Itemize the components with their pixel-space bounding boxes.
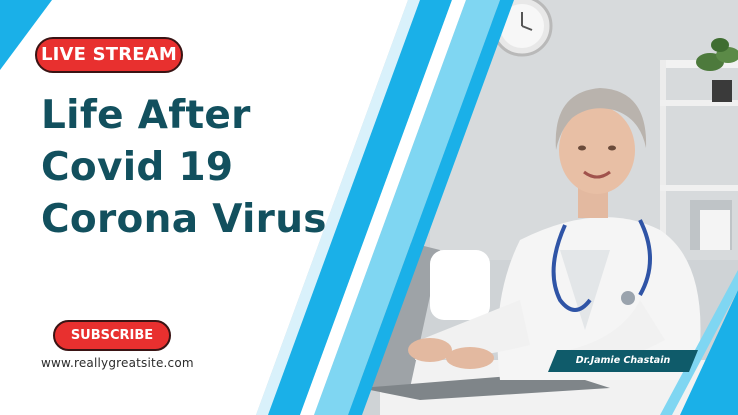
subscribe-button[interactable]: SUBSCRIBE	[53, 320, 171, 351]
page-title: Life After Covid 19 Corona Virus	[41, 90, 327, 246]
thumbnail-canvas: LIVE STREAM Life After Covid 19 Corona V…	[0, 0, 738, 415]
headline-line-1: Life After	[41, 93, 251, 138]
doctor-name-label: Dr.Jamie Chastain	[575, 355, 671, 366]
live-stream-badge: LIVE STREAM	[35, 37, 183, 73]
headline-line-2: Covid 19	[41, 145, 234, 190]
headline-line-3: Corona Virus	[41, 197, 327, 242]
website-url: www.reallygreatsite.com	[41, 356, 194, 370]
